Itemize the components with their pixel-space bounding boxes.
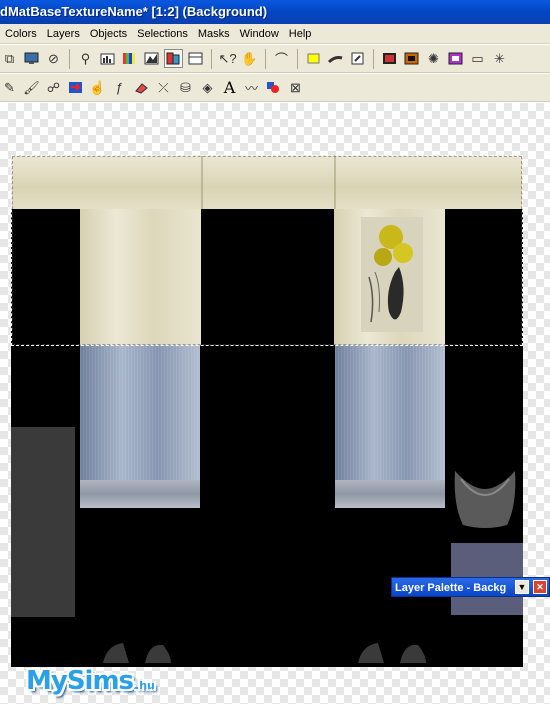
collar-texture: [454, 471, 516, 528]
shapes-icon[interactable]: [264, 78, 283, 97]
frame-purple-icon[interactable]: [446, 49, 465, 68]
layer-palette-title: Layer Palette - Backg: [395, 582, 507, 594]
shirt-top-texture: [11, 155, 523, 209]
clone-icon[interactable]: ☍: [44, 78, 63, 97]
tool-palette-icon[interactable]: [186, 49, 205, 68]
pencil-icon[interactable]: ✎: [0, 78, 19, 97]
menu-masks[interactable]: Masks: [193, 28, 235, 40]
zoom-icon[interactable]: ⚲: [76, 49, 95, 68]
jeans-panel-left: [80, 345, 200, 508]
shoe-texture-right: [358, 643, 426, 663]
window-title: dMatBaseTextureName* [1:2] (Background): [0, 4, 268, 19]
brush-icon[interactable]: ƒ: [110, 78, 129, 97]
menu-window[interactable]: Window: [235, 28, 284, 40]
arch-icon[interactable]: ⌒: [272, 49, 291, 68]
toolbar-separator: [265, 48, 266, 69]
brush-stroke-icon[interactable]: [326, 49, 345, 68]
star-icon[interactable]: ✳: [490, 49, 509, 68]
toolbar-separator: [297, 48, 298, 69]
close-icon[interactable]: ✕: [533, 580, 547, 594]
menu-bar: Colors Layers Objects Selections Masks W…: [0, 24, 550, 44]
menu-colors[interactable]: Colors: [0, 28, 42, 40]
jeans-cuff: [80, 480, 200, 508]
screen-icon[interactable]: [380, 49, 399, 68]
jeans-panel-right: [335, 345, 445, 508]
grab-icon[interactable]: ✋: [240, 49, 259, 68]
watermark-logo-suffix: .hu: [135, 679, 155, 692]
histogram-icon[interactable]: [98, 49, 117, 68]
flood-fill-icon[interactable]: ⛁: [176, 78, 195, 97]
layer-palette-titlebar[interactable]: Layer Palette - Backg ▼ ✕: [391, 577, 550, 597]
pin-icon[interactable]: ▼: [515, 580, 529, 594]
yellow-swatch-icon[interactable]: [304, 49, 323, 68]
retouch-icon[interactable]: ☝: [88, 78, 107, 97]
tube-icon[interactable]: ⊠: [286, 78, 305, 97]
no-icon[interactable]: ⊘: [44, 49, 63, 68]
shirt-panel-left: [80, 209, 201, 345]
draw-icon[interactable]: 〰: [242, 78, 261, 97]
window-icon[interactable]: ▭: [468, 49, 487, 68]
tools-toolbar: ✎ 🖌 ☍ ☝ ƒ ⤫ ⛁ ◈ A 〰 ⊠: [0, 74, 550, 102]
swap-icon[interactable]: [66, 78, 85, 97]
window-title-bar[interactable]: dMatBaseTextureName* [1:2] (Background): [0, 0, 550, 24]
levels-icon[interactable]: [142, 49, 161, 68]
dropper-icon[interactable]: ⤫: [154, 78, 173, 97]
toolbar-separator: [69, 48, 70, 69]
toolbar-separator: [373, 48, 374, 69]
skin-panel: [11, 427, 75, 617]
paintbrush-icon[interactable]: 🖌: [22, 78, 41, 97]
eraser-icon[interactable]: [132, 78, 151, 97]
shirt-graphic-image: [361, 217, 423, 332]
frame-icon[interactable]: [402, 49, 421, 68]
menu-layers[interactable]: Layers: [42, 28, 85, 40]
help-cursor-icon[interactable]: ↖?: [218, 49, 237, 68]
watermark-logo: MySims .hu: [26, 656, 155, 696]
menu-objects[interactable]: Objects: [85, 28, 132, 40]
copy-icon[interactable]: ⧉: [0, 49, 19, 68]
color-bars-icon[interactable]: [120, 49, 139, 68]
menu-selections[interactable]: Selections: [132, 28, 193, 40]
browse-icon[interactable]: [22, 49, 41, 68]
kaleidoscope-icon[interactable]: ✺: [424, 49, 443, 68]
toolbar-separator: [211, 48, 212, 69]
fill-icon[interactable]: ◈: [198, 78, 217, 97]
menu-help[interactable]: Help: [284, 28, 317, 40]
layer-palette-icon[interactable]: [164, 49, 183, 68]
shirt-seam: [334, 155, 336, 209]
watermark-logo-text: MySims: [26, 666, 134, 696]
jeans-cuff: [335, 480, 445, 508]
arrow-box-icon[interactable]: [348, 49, 367, 68]
standard-toolbar: ⧉ ⊘ ⚲ ↖? ✋ ⌒ ✺ ▭ ✳: [0, 45, 550, 73]
shirt-seam: [201, 155, 203, 209]
text-tool-icon[interactable]: A: [220, 78, 239, 97]
